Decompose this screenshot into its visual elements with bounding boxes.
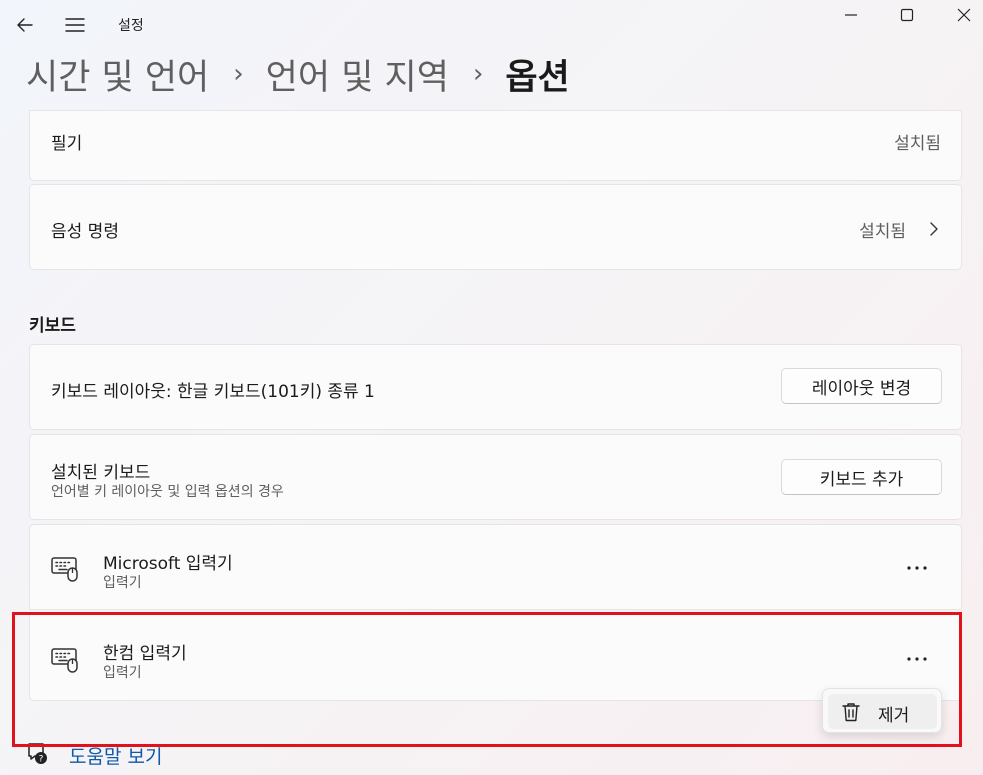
hamburger-menu-icon[interactable] [64, 14, 86, 36]
more-options-icon[interactable] [906, 654, 928, 664]
remove-label: 제거 [878, 706, 910, 726]
context-menu: 제거 [822, 688, 942, 733]
keyboard-name: Microsoft 입력기 [103, 554, 233, 574]
keyboard-section-title: 키보드 [29, 316, 76, 336]
back-arrow-icon[interactable] [14, 14, 36, 36]
title-bar: 설정 [0, 0, 983, 48]
installed-keyboards-title: 설치된 키보드 [51, 463, 151, 483]
svg-text:?: ? [39, 755, 44, 765]
keyboard-layout-label: 키보드 레이아웃: 한글 키보드(101키) 종류 1 [51, 382, 375, 402]
keyboard-mouse-icon [51, 557, 78, 582]
speech-status: 설치됨 [859, 222, 906, 242]
breadcrumb-language-region[interactable]: 언어 및 지역 [266, 49, 449, 100]
breadcrumb-separator: › [472, 59, 484, 89]
remove-menu-item[interactable]: 제거 [828, 694, 937, 729]
breadcrumb-time-language[interactable]: 시간 및 언어 [26, 49, 209, 100]
speech-card[interactable]: 음성 명령 설치됨 [29, 184, 962, 270]
handwriting-card: 필기 설치됨 [29, 110, 962, 181]
speech-label: 음성 명령 [51, 222, 119, 242]
help-link-label[interactable]: 도움말 보기 [69, 742, 162, 769]
keyboard-type: 입력기 [103, 665, 142, 681]
breadcrumb-separator: › [233, 59, 244, 89]
add-keyboard-button[interactable]: 키보드 추가 [781, 459, 942, 495]
keyboard-item-microsoft: Microsoft 입력기 입력기 [29, 524, 962, 610]
keyboard-item-hancom: 한컴 입력기 입력기 [29, 614, 962, 701]
trash-icon [842, 703, 860, 722]
more-options-icon[interactable] [906, 563, 928, 573]
keyboard-name: 한컴 입력기 [103, 644, 187, 664]
installed-keyboards-description: 언어별 키 레이아웃 및 입력 옵션의 경우 [51, 484, 284, 500]
installed-keyboards-card: 설치된 키보드 언어별 키 레이아웃 및 입력 옵션의 경우 키보드 추가 [29, 434, 962, 520]
window-title: 설정 [118, 18, 144, 34]
breadcrumb: 시간 및 언어 › 언어 및 지역 › 옵션 [26, 48, 570, 100]
help-icon: ? [28, 743, 47, 765]
close-icon[interactable] [949, 4, 979, 26]
change-layout-button[interactable]: 레이아웃 변경 [781, 368, 942, 404]
handwriting-label: 필기 [51, 134, 83, 154]
minimize-icon[interactable] [836, 4, 866, 26]
page-title: 옵션 [505, 57, 570, 98]
keyboard-mouse-icon [51, 648, 78, 673]
chevron-right-icon [930, 222, 938, 236]
maximize-icon[interactable] [892, 4, 922, 26]
keyboard-layout-card: 키보드 레이아웃: 한글 키보드(101키) 종류 1 레이아웃 변경 [29, 344, 962, 430]
handwriting-status: 설치됨 [894, 134, 941, 154]
keyboard-type: 입력기 [103, 575, 142, 591]
